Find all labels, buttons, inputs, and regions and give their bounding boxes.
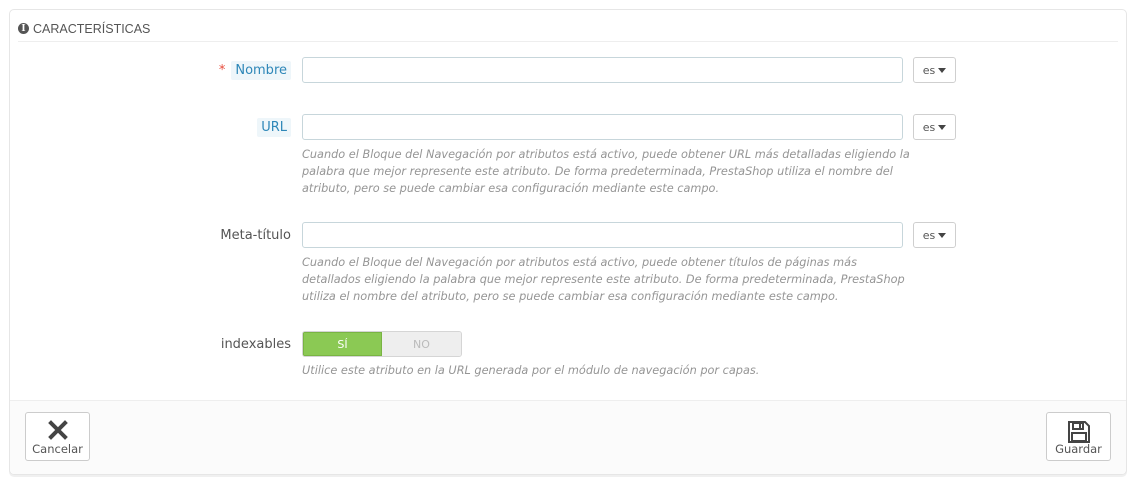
save-button[interactable]: Guardar: [1046, 412, 1111, 461]
caret-down-icon: [938, 124, 947, 130]
close-icon: [47, 420, 68, 443]
url-label: URL: [257, 118, 291, 137]
caret-down-icon: [938, 67, 947, 73]
nombre-label-text: Nombre: [231, 61, 291, 80]
nombre-lang-label: es: [922, 63, 936, 77]
indexables-help-text: Utilice este atributo en la URL generada…: [302, 364, 760, 377]
nombre-label: * Nombre: [218, 61, 291, 80]
required-mark: *: [218, 63, 226, 78]
panel-footer: Cancelar Guardar: [10, 400, 1126, 474]
switch-yes-option[interactable]: SÍ: [303, 332, 382, 356]
characteristics-panel: i CARACTERÍSTICAS * Nombre es URL es Cuan…: [9, 9, 1127, 475]
cancel-button[interactable]: Cancelar: [25, 412, 90, 461]
url-help-text: Cuando el Bloque del Navegación por atri…: [302, 148, 910, 195]
indexables-label: indexables: [220, 337, 291, 352]
meta-titulo-input[interactable]: [302, 222, 903, 248]
url-label-text: URL: [257, 118, 291, 137]
switch-no-option[interactable]: NO: [382, 332, 461, 356]
nombre-lang-dropdown[interactable]: es: [913, 57, 956, 83]
url-input[interactable]: [302, 114, 903, 140]
url-lang-dropdown[interactable]: es: [913, 114, 956, 140]
panel-title: CARACTERÍSTICAS: [33, 21, 151, 36]
indexables-switch[interactable]: SÍ NO: [302, 331, 462, 357]
nombre-input[interactable]: [302, 57, 903, 83]
url-lang-label: es: [922, 120, 936, 134]
panel-heading: i CARACTERÍSTICAS: [18, 16, 1118, 42]
caret-down-icon: [938, 232, 947, 238]
meta-titulo-label: Meta-título: [220, 228, 291, 243]
save-icon: [1067, 420, 1091, 447]
info-icon: i: [18, 23, 29, 34]
cancel-label: Cancelar: [32, 442, 83, 456]
meta-titulo-lang-dropdown[interactable]: es: [913, 222, 956, 248]
meta-titulo-lang-label: es: [922, 228, 936, 242]
meta-titulo-help-text: Cuando el Bloque del Navegación por atri…: [302, 256, 905, 303]
